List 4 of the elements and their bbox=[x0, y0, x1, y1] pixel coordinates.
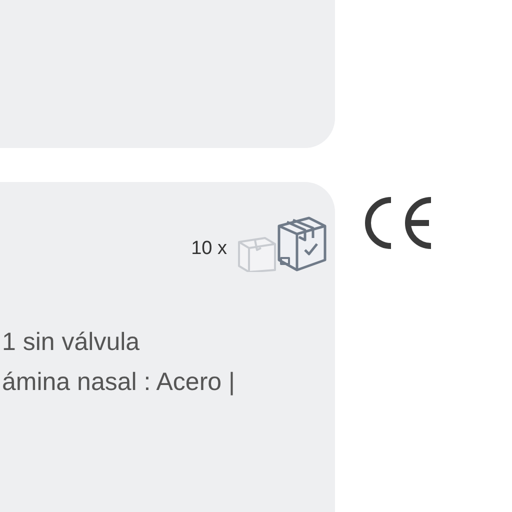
boxes-icon bbox=[235, 214, 327, 272]
product-description-line: 1 sin válvula bbox=[2, 327, 141, 358]
product-description-line: ámina nasal : Acero | bbox=[2, 367, 236, 398]
pack-count: 10 x bbox=[191, 238, 227, 260]
